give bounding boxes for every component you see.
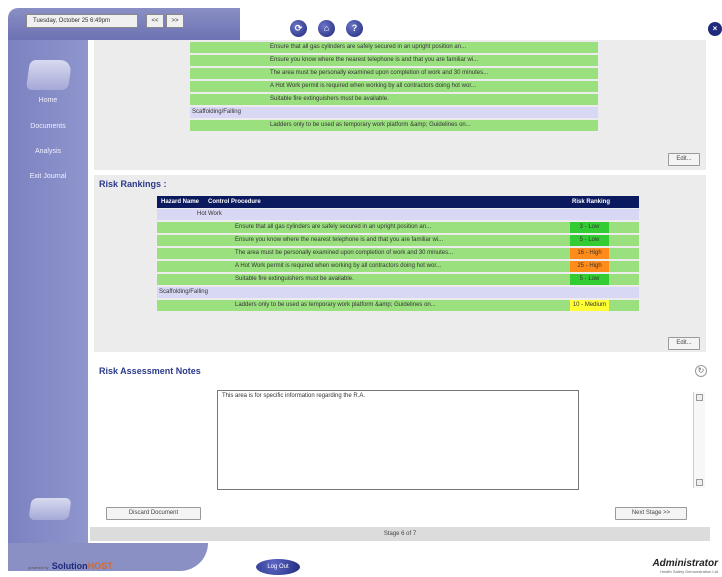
user-org: Health Safety Demonstration Ltd — [660, 569, 718, 574]
table-row: Ensure that all gas cylinders are safely… — [157, 222, 639, 233]
column-header-hazard: Hazard Name — [161, 199, 200, 205]
table-row: Ensure you know where the nearest teleph… — [157, 235, 639, 246]
table-row: Hot Work — [157, 209, 639, 220]
sidebar-item-exit-journal[interactable]: Exit Journal — [8, 173, 88, 180]
column-header-rank: Risk Ranking — [572, 199, 611, 205]
refresh-notes-icon[interactable]: ↻ — [695, 365, 707, 377]
top-bar: Tuesday, October 25 6:49pm << >> ⟳ ⌂ ? × — [0, 0, 722, 40]
notes-text: This area is for specific information re… — [222, 393, 366, 399]
notes-title: Risk Assessment Notes — [99, 366, 201, 376]
help-icon[interactable]: ? — [346, 20, 363, 37]
next-stage-button[interactable]: Next Stage >> — [615, 507, 687, 520]
table-row: A Hot Work permit is required when worki… — [157, 261, 639, 272]
sidebar-item-home[interactable]: Home — [8, 97, 88, 104]
discard-document-button[interactable]: Discard Document — [106, 507, 201, 520]
scroll-down-icon[interactable] — [696, 479, 703, 486]
footer: powered by SolutionHOST Log Out Administr… — [0, 543, 722, 577]
rank-badge: 16 - High — [570, 248, 609, 259]
table-row: Scaffolding/Falling — [157, 287, 639, 298]
logo-icon — [25, 60, 73, 90]
table-header: Hazard Name Control Procedure Risk Ranki… — [157, 196, 639, 208]
notes-textarea[interactable]: This area is for specific information re… — [217, 390, 705, 490]
user-info: Administrator Health Safety Demonstratio… — [652, 558, 718, 574]
next-button[interactable]: >> — [166, 14, 184, 28]
list-item: Suitable fire extinguishers must be avai… — [190, 94, 598, 105]
home-icon[interactable]: ⌂ — [318, 20, 335, 37]
logo-bottom-icon — [28, 498, 72, 520]
list-item: The area must be personally examined upo… — [190, 68, 598, 79]
refresh-icon[interactable]: ⟳ — [290, 20, 307, 37]
prev-button[interactable]: << — [146, 14, 164, 28]
rank-badge: 10 - Medium — [570, 300, 609, 311]
list-item: Ensure you know where the nearest teleph… — [190, 55, 598, 66]
edit-rankings-button[interactable]: Edit... — [668, 337, 700, 350]
risk-rankings-title: Risk Rankings : — [99, 179, 167, 189]
close-icon[interactable]: × — [708, 22, 722, 36]
logout-button[interactable]: Log Out — [256, 559, 300, 575]
list-item: A Hot Work permit is required when worki… — [190, 81, 598, 92]
rank-badge: 3 - Low — [570, 222, 609, 233]
stage-indicator: Stage 6 of 7 — [90, 527, 710, 541]
scroll-up-icon[interactable] — [696, 394, 703, 401]
edit-controls-button[interactable]: Edit... — [668, 153, 700, 166]
column-header-procedure: Control Procedure — [208, 199, 261, 205]
rank-badge: 5 - Low — [570, 235, 609, 246]
sidebar: Home Documents Analysis Exit Journal — [8, 40, 88, 560]
sidebar-item-documents[interactable]: Documents — [8, 123, 88, 130]
rank-badge: 25 - High — [570, 261, 609, 272]
list-item: Scaffolding/Falling — [190, 107, 598, 118]
notes-scrollbar[interactable] — [693, 392, 705, 488]
rank-badge: 5 - Low — [570, 274, 609, 285]
table-row: Suitable fire extinguishers must be avai… — [157, 274, 639, 285]
brand-logo: powered by SolutionHOST — [28, 561, 113, 571]
table-row: Ladders only to be used as temporary wor… — [157, 300, 639, 311]
list-item: Ladders only to be used as temporary wor… — [190, 120, 598, 131]
list-item: Ensure that all gas cylinders are safely… — [190, 42, 598, 53]
date-display: Tuesday, October 25 6:49pm — [26, 14, 138, 28]
main-content: Ensure that all gas cylinders are safely… — [90, 40, 710, 540]
table-row: The area must be personally examined upo… — [157, 248, 639, 259]
sidebar-item-analysis[interactable]: Analysis — [8, 148, 88, 155]
user-name: Administrator — [652, 558, 718, 569]
